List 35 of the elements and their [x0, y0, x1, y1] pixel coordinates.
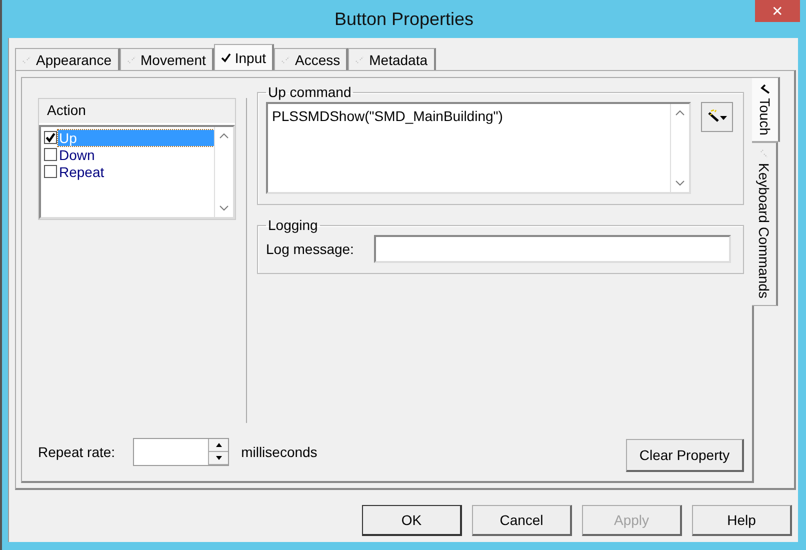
clear-property-button[interactable]: Clear Property [626, 438, 744, 472]
dialog-button[interactable]: Cancel [472, 505, 572, 536]
tab[interactable]: Appearance [15, 48, 120, 70]
dialog-button[interactable]: OK [362, 505, 462, 536]
wand-button[interactable] [701, 102, 733, 132]
group-title: Up command [267, 84, 352, 100]
group-title: Logging [267, 217, 319, 233]
side-tab[interactable]: Touch [752, 77, 780, 142]
wand-icon [706, 109, 728, 125]
checkbox[interactable] [44, 148, 57, 161]
dialog-button[interactable]: Help [692, 505, 792, 536]
window-title: Button Properties [334, 8, 474, 30]
command-text: PLSSMDShow("SMD_MainBuilding") [271, 107, 504, 126]
triangle-down-icon[interactable] [216, 456, 222, 460]
spin-field[interactable] [133, 438, 230, 466]
close-button[interactable]: ✕ [755, 0, 800, 22]
field-label: Log message: [266, 241, 354, 257]
checkbox[interactable] [44, 131, 57, 144]
triangle-up-icon[interactable] [216, 443, 222, 447]
input-field[interactable] [374, 235, 731, 263]
side-tab[interactable]: Keyboard Commands [752, 142, 778, 306]
chevron-down-icon[interactable] [219, 205, 230, 211]
tab[interactable]: Access [274, 48, 348, 70]
list-item[interactable]: Repeat [58, 164, 214, 180]
field-label: Repeat rate: [38, 444, 116, 460]
tab[interactable]: Movement [120, 48, 214, 70]
tab[interactable]: Metadata [348, 48, 436, 70]
command-field[interactable]: PLSSMDShow("SMD_MainBuilding") [266, 102, 691, 194]
tab[interactable]: Input [214, 44, 274, 70]
list-item[interactable]: Down [58, 146, 214, 162]
chevron-down-icon[interactable] [675, 180, 685, 186]
checkbox[interactable] [44, 165, 57, 178]
unit-label: milliseconds [241, 444, 318, 460]
chevron-up-icon[interactable] [675, 110, 685, 116]
chevron-up-icon[interactable] [219, 133, 230, 139]
